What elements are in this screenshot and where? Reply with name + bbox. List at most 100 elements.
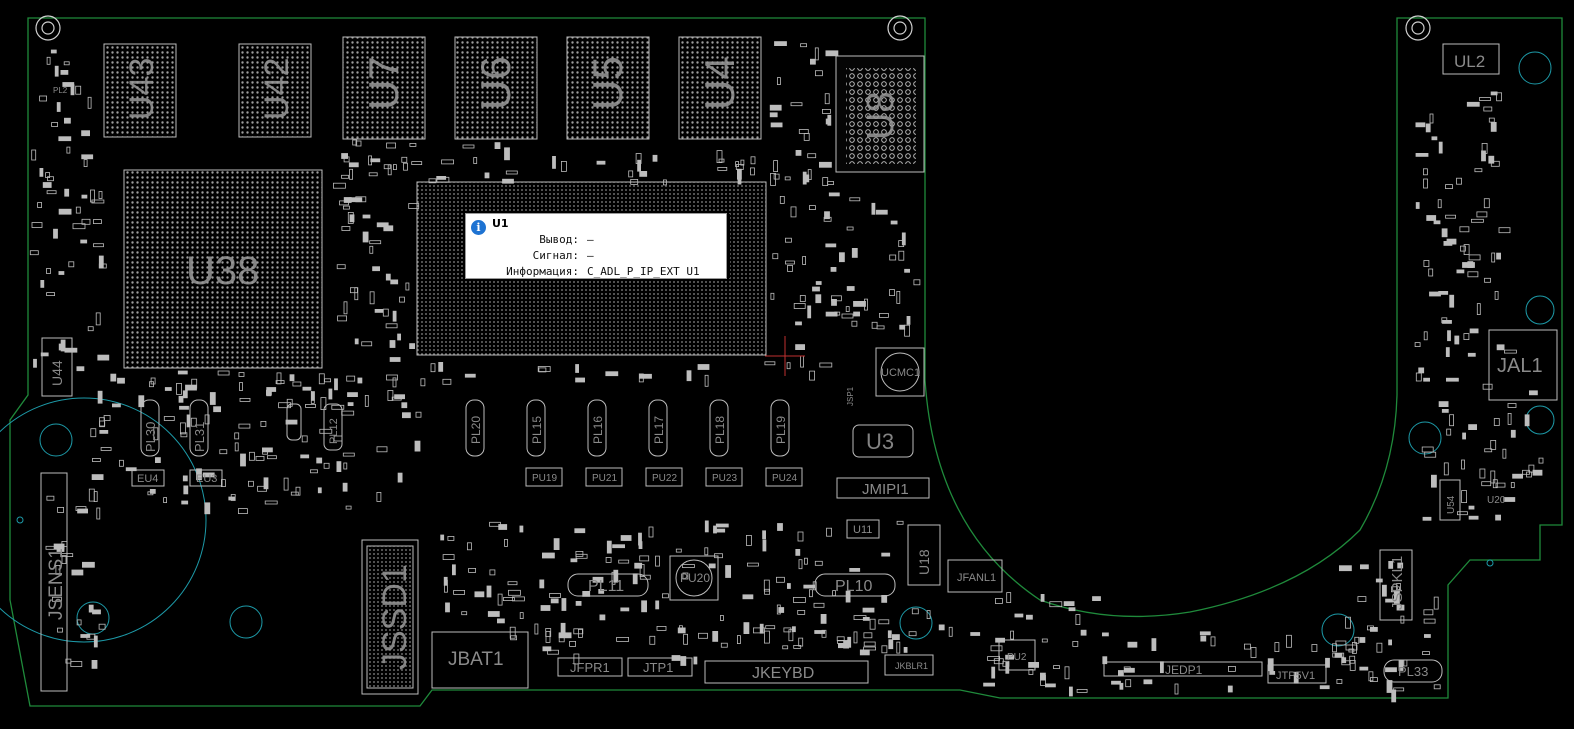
smd-component <box>1382 584 1387 597</box>
ref-jedp1: JEDP1 <box>1165 663 1203 677</box>
smd-component <box>436 175 447 180</box>
smd-component <box>743 622 750 634</box>
smd-component <box>995 598 1003 604</box>
smd-component <box>1433 596 1439 610</box>
smd-component <box>176 382 182 395</box>
smd-component <box>238 423 251 429</box>
smd-component <box>260 420 267 427</box>
smd-component <box>825 243 837 248</box>
smd-component <box>1124 667 1135 673</box>
smd-component <box>411 161 423 166</box>
smd-component <box>390 279 399 285</box>
pcb-board-view[interactable]: U43 U42 U7 U6 U5 U4 U8 U38 U3 UL2 JAL1 J… <box>0 0 1574 729</box>
smd-component <box>819 362 833 368</box>
smd-component <box>830 266 837 272</box>
smd-component <box>863 632 873 639</box>
smd-component <box>504 147 510 161</box>
smd-component <box>1151 638 1157 651</box>
smd-component <box>110 373 117 382</box>
smd-component <box>90 428 97 438</box>
smd-component <box>717 166 728 171</box>
smd-component <box>1423 168 1428 176</box>
smd-component <box>81 194 88 199</box>
smd-component <box>995 637 1005 643</box>
smd-component <box>790 102 803 107</box>
smd-component <box>903 647 908 653</box>
smd-component <box>362 214 371 219</box>
smd-component <box>397 472 403 483</box>
smd-component <box>1319 685 1330 690</box>
ref-u7: U7 <box>360 56 407 110</box>
smd-component <box>887 630 892 639</box>
smd-component <box>1454 335 1460 345</box>
smd-component <box>1502 448 1507 459</box>
smd-component <box>815 294 822 304</box>
ref-ul2: UL2 <box>1454 52 1485 71</box>
smd-component <box>851 247 858 258</box>
smd-component <box>1014 613 1024 618</box>
smd-component <box>66 146 71 154</box>
mounting-hole <box>229 605 263 639</box>
smd-component <box>634 562 643 569</box>
smd-component <box>849 568 861 572</box>
smd-component <box>336 264 346 270</box>
smd-component <box>97 390 103 404</box>
smd-component <box>1200 635 1207 642</box>
smd-component <box>825 50 839 57</box>
smd-component <box>846 226 854 231</box>
smd-component <box>324 378 332 383</box>
ref-pl31: PL31 <box>192 422 207 452</box>
smd-component <box>1492 479 1498 489</box>
smd-component <box>1462 432 1466 440</box>
smd-component <box>698 632 708 639</box>
ref-jssd1: JSSD1 <box>376 564 414 670</box>
smd-component <box>1495 514 1501 521</box>
smd-component <box>1467 352 1476 357</box>
smd-component <box>906 315 911 325</box>
smd-component <box>648 526 654 538</box>
smd-component <box>853 631 858 644</box>
smd-component <box>896 290 901 304</box>
smd-component <box>1045 683 1056 688</box>
ref-jkblr1: JKBLR1 <box>895 661 928 671</box>
smd-component <box>1474 168 1483 173</box>
ref-pu21: PU21 <box>592 473 617 484</box>
smd-component <box>637 159 641 172</box>
smd-component <box>507 581 518 586</box>
smd-component <box>234 442 239 452</box>
smd-component <box>336 461 342 473</box>
mounting-hole <box>1408 421 1442 455</box>
tooltip-value: — <box>587 249 594 262</box>
smd-component <box>468 568 477 573</box>
smd-component <box>795 321 802 326</box>
ref-jsens1: JSENS1 <box>46 548 67 620</box>
smd-component <box>453 590 466 595</box>
smd-component <box>342 205 350 210</box>
smd-component <box>442 378 452 385</box>
smd-component <box>112 403 121 408</box>
smd-component <box>841 313 854 319</box>
smd-component <box>58 271 65 275</box>
smd-component <box>451 564 456 576</box>
smd-component <box>341 153 349 159</box>
ref-eu3: EU3 <box>196 473 217 485</box>
ref-u20: U20 <box>1487 495 1506 506</box>
smd-component <box>605 371 619 377</box>
ref-pl20: PL20 <box>469 416 483 444</box>
smd-component <box>770 122 783 128</box>
smd-component <box>1111 680 1121 685</box>
mounting-hole <box>39 423 73 457</box>
smd-component <box>831 298 837 306</box>
smd-component <box>1125 679 1132 688</box>
smd-component <box>716 150 723 164</box>
smd-component <box>1376 642 1383 653</box>
smd-component <box>1468 424 1477 431</box>
smd-component <box>1437 199 1442 209</box>
smd-component <box>64 117 71 124</box>
smd-component <box>497 593 503 606</box>
smd-component <box>1446 238 1457 245</box>
info-icon: i <box>471 220 486 235</box>
smd-component <box>462 144 475 149</box>
smd-component <box>182 475 188 482</box>
smd-component <box>345 505 352 510</box>
